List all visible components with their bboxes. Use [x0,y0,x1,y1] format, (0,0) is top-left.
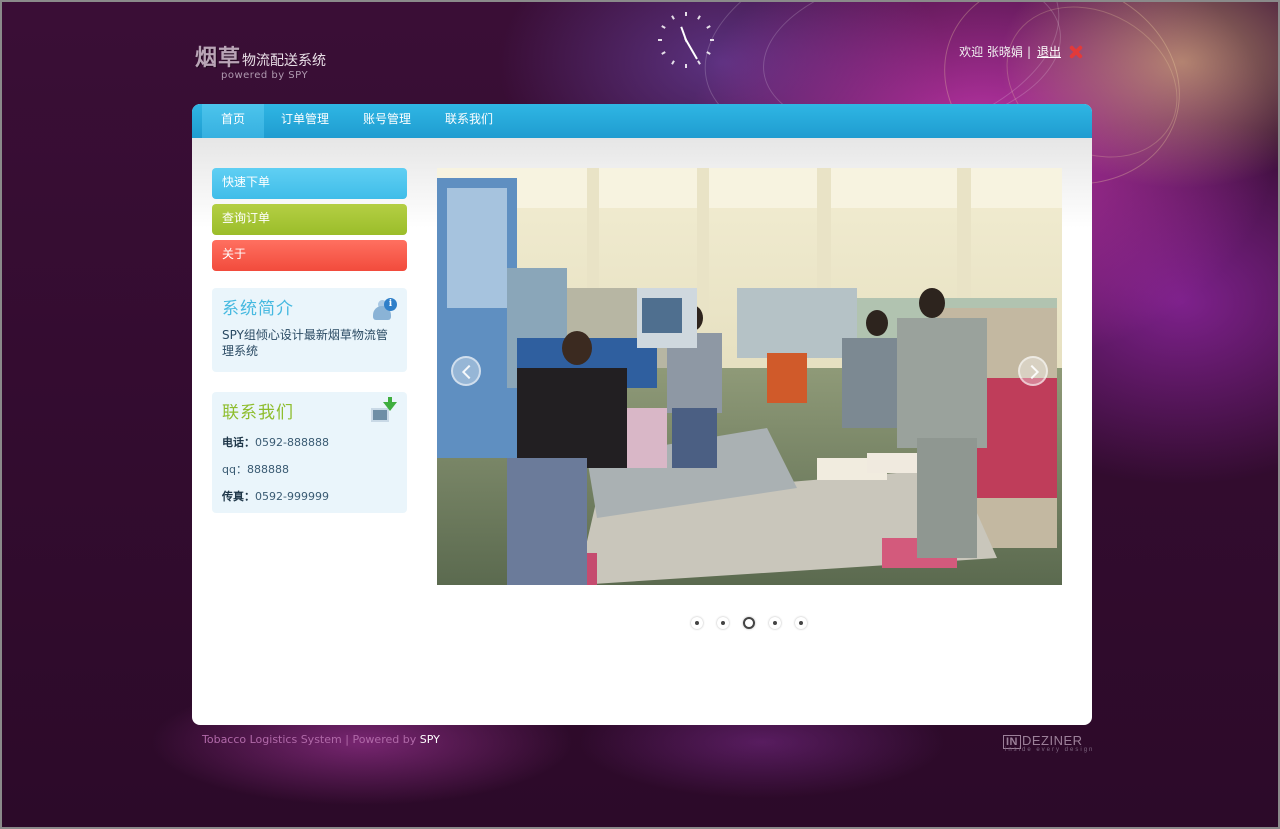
intro-text: SPY组倾心设计最新烟草物流管理系统 [222,328,388,358]
intro-box: 系统简介 i SPY组倾心设计最新烟草物流管理系统 [212,288,407,372]
about-button[interactable]: 关于 [212,240,407,271]
footer-brand: SPY [419,733,440,746]
slide-dot-3[interactable] [743,617,755,629]
contact-fax: 传真：0592-999999 [222,488,397,504]
slider-prev-button[interactable] [451,356,481,386]
slider-pagination [691,617,821,629]
welcome-text: 欢迎 张晓娟 [959,45,1023,59]
fax-value: 0592-999999 [255,490,329,503]
slide-dot-1[interactable] [691,617,703,629]
slide-dot-5[interactable] [795,617,807,629]
contact-box: 联系我们 电话：0592-888888 qq：888888 传真：0592-99… [212,392,407,513]
footer: Tobacco Logistics System | Powered by SP… [202,733,440,746]
slide-image-warehouse [437,168,1062,585]
contact-phone: 电话：0592-888888 [222,434,397,450]
nav-home[interactable]: 首页 [202,104,264,138]
slide-dot-2[interactable] [717,617,729,629]
clock-icon [658,12,714,68]
image-slider[interactable] [437,168,1062,585]
user-bar: 欢迎 张晓娟 | 退出 [959,43,1083,60]
page-background: 烟草 物流配送系统 powered by SPY 欢迎 张晓娟 | 退出 首页 … [0,0,1280,829]
query-order-button[interactable]: 查询订单 [212,204,407,235]
qq-value: 888888 [246,463,289,476]
sidebar: 快速下单 查询订单 关于 系统简介 i SPY组倾心设计最新烟草物流管理系统 联… [212,168,407,513]
quick-order-button[interactable]: 快速下单 [212,168,407,199]
designer-logo-name: DEZINER [1022,733,1083,748]
slide-dot-4[interactable] [769,617,781,629]
main-nav: 首页 订单管理 账号管理 联系我们 [192,104,1092,138]
download-icon [371,397,397,426]
logo-title-sub: 物流配送系统 [242,53,327,69]
close-icon[interactable] [1069,45,1083,59]
logout-link[interactable]: 退出 [1037,43,1061,60]
slider-next-button[interactable] [1018,356,1048,386]
nav-contact-us[interactable]: 联系我们 [428,104,510,138]
contact-qq: qq：888888 [222,461,397,477]
nav-account-management[interactable]: 账号管理 [346,104,428,138]
logo-tagline: powered by SPY [221,70,309,81]
footer-system-name: Tobacco Logistics System [202,733,342,746]
designer-tagline: inside every design [1005,747,1095,753]
footer-separator: | [345,733,349,746]
nav-order-management[interactable]: 订单管理 [264,104,346,138]
logo-title-main: 烟草 [195,46,242,71]
qq-label: qq： [222,463,247,476]
phone-value: 0592-888888 [255,436,329,449]
user-bar-separator: | [1026,44,1031,59]
user-info-icon: i [371,298,397,322]
designer-logo[interactable]: IN DEZINER inside every design [1003,733,1094,753]
fax-label: 传真： [222,490,255,503]
main-panel: 首页 订单管理 账号管理 联系我们 快速下单 查询订单 关于 系统简介 i SP… [192,104,1092,725]
site-logo[interactable]: 烟草 物流配送系统 powered by SPY [195,40,326,81]
footer-powered-by: Powered by [352,733,417,746]
phone-label: 电话： [222,436,255,449]
